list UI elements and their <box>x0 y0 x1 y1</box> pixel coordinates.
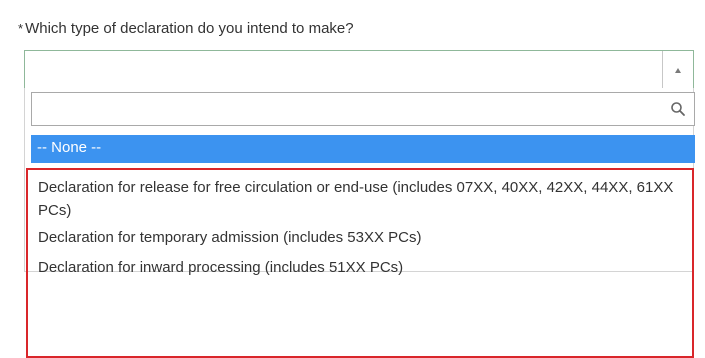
highlighted-options-group: Declaration for release for free circula… <box>26 168 694 358</box>
option-none[interactable]: -- None -- <box>31 135 695 163</box>
option-release-free-circulation[interactable]: Declaration for release for free circula… <box>28 176 692 222</box>
question-text: Which type of declaration do you intend … <box>25 20 354 37</box>
search-input[interactable] <box>32 93 668 123</box>
dropdown-panel: -- None -- Declaration for release for f… <box>24 88 695 358</box>
caret-up-icon <box>675 67 681 73</box>
declaration-type-select[interactable] <box>24 50 694 90</box>
question-label: * Which type of declaration do you intend… <box>18 20 354 37</box>
required-marker: * <box>18 21 24 36</box>
dropdown-search <box>31 92 695 126</box>
search-icon[interactable] <box>670 101 686 117</box>
option-temporary-admission[interactable]: Declaration for temporary admission (inc… <box>28 226 692 249</box>
select-toggle[interactable] <box>662 51 693 89</box>
option-inward-processing[interactable]: Declaration for inward processing (inclu… <box>28 256 692 279</box>
